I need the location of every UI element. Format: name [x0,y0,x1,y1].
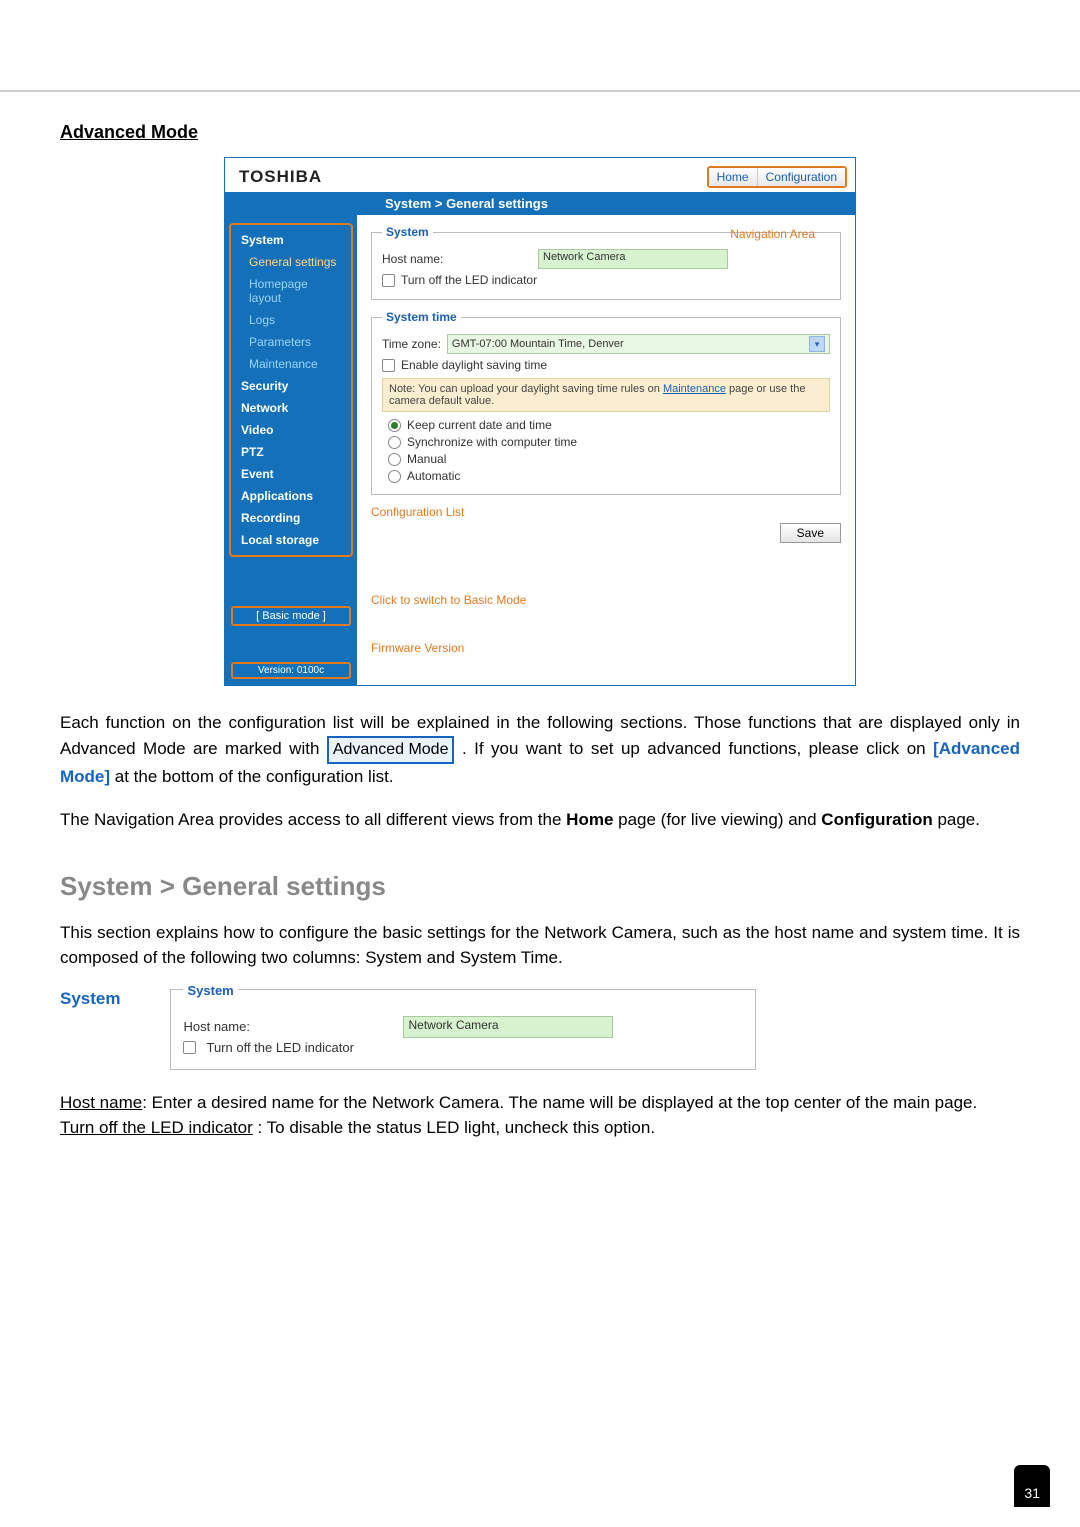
radio-sync-label: Synchronize with computer time [407,435,577,449]
fieldset-system-time: System time Time zone: GMT-07:00 Mountai… [371,310,841,495]
save-button[interactable]: Save [780,523,841,543]
firmware-version: Version: 0100c [231,662,351,679]
sidebar-item-system[interactable]: System [231,229,351,251]
system-fieldset-figure: System Host name: Network Camera Turn of… [170,989,756,1070]
note-box: Note: You can upload your daylight savin… [382,378,830,412]
radio-auto[interactable] [388,470,401,483]
maintenance-link[interactable]: Maintenance [663,383,726,395]
tab-home[interactable]: Home [709,168,758,186]
sidebar-item-local-storage[interactable]: Local storage [231,529,351,551]
paragraph-3: This section explains how to configure t… [60,920,1020,971]
radio-manual[interactable] [388,453,401,466]
callout-config-list: Configuration List [371,505,841,519]
sidebar-item-event[interactable]: Event [231,463,351,485]
main-panel: Navigation Area System Host name: Networ… [357,215,855,685]
radio-sync[interactable] [388,436,401,449]
radio-auto-label: Automatic [407,469,460,483]
legend-system: System [382,225,433,239]
basic-mode-button[interactable]: [ Basic mode ] [231,606,351,626]
sidebar-sub-general[interactable]: General settings [231,251,351,273]
led-label: Turn off the LED indicator [401,273,537,287]
timezone-select[interactable]: GMT-07:00 Mountain Time, Denver ▾ [447,334,830,354]
admin-ui-figure: TOSHIBA Home Configuration System > Gene… [224,157,856,686]
sidebar-item-security[interactable]: Security [231,375,351,397]
sidebar-sub-logs[interactable]: Logs [231,309,351,331]
led-label-2: Turn off the LED indicator [206,1040,353,1055]
timezone-value: GMT-07:00 Mountain Time, Denver [452,338,624,350]
hostname-input[interactable]: Network Camera [538,249,728,269]
radio-keep[interactable] [388,419,401,432]
paragraph-1: Each function on the configuration list … [60,710,1020,789]
system-subhead: System [60,989,120,1009]
callout-navigation-area: Navigation Area [730,227,815,241]
dst-label: Enable daylight saving time [401,358,547,372]
definition-led: Turn off the LED indicator : To disable … [60,1115,1020,1141]
sidebar: System General settings Homepage layout … [225,215,357,685]
radio-keep-label: Keep current date and time [407,418,552,432]
page-number: 31 [1014,1465,1050,1507]
chevron-down-icon: ▾ [809,336,825,352]
sidebar-item-network[interactable]: Network [231,397,351,419]
hostname-label-2: Host name: [183,1019,393,1034]
callout-basic-mode: Click to switch to Basic Mode [371,593,841,607]
brand-logo: TOSHIBA [239,167,322,187]
sidebar-item-recording[interactable]: Recording [231,507,351,529]
advanced-mode-badge: Advanced Mode [327,736,455,764]
hostname-label: Host name: [382,252,532,266]
breadcrumb: System > General settings [225,192,855,215]
sidebar-config-list: System General settings Homepage layout … [229,223,353,557]
section-heading: System > General settings [60,871,1020,902]
radio-manual-label: Manual [407,452,446,466]
sidebar-item-applications[interactable]: Applications [231,485,351,507]
section-title: Advanced Mode [60,122,1020,143]
legend-system-time: System time [382,310,461,324]
definition-hostname: Host name: Enter a desired name for the … [60,1090,1020,1116]
timezone-label: Time zone: [382,337,441,351]
dst-checkbox[interactable] [382,359,395,372]
sidebar-sub-maintenance[interactable]: Maintenance [231,353,351,375]
sidebar-item-ptz[interactable]: PTZ [231,441,351,463]
nav-tabs: Home Configuration [707,166,847,188]
paragraph-2: The Navigation Area provides access to a… [60,807,1020,833]
tab-configuration[interactable]: Configuration [758,168,845,186]
sidebar-sub-parameters[interactable]: Parameters [231,331,351,353]
sidebar-item-video[interactable]: Video [231,419,351,441]
legend-system-2: System [183,983,237,998]
led-checkbox[interactable] [382,274,395,287]
led-checkbox-2[interactable] [183,1041,196,1054]
hostname-input-2[interactable]: Network Camera [403,1016,613,1038]
callout-firmware: Firmware Version [371,641,841,655]
sidebar-sub-homepage[interactable]: Homepage layout [231,273,351,309]
